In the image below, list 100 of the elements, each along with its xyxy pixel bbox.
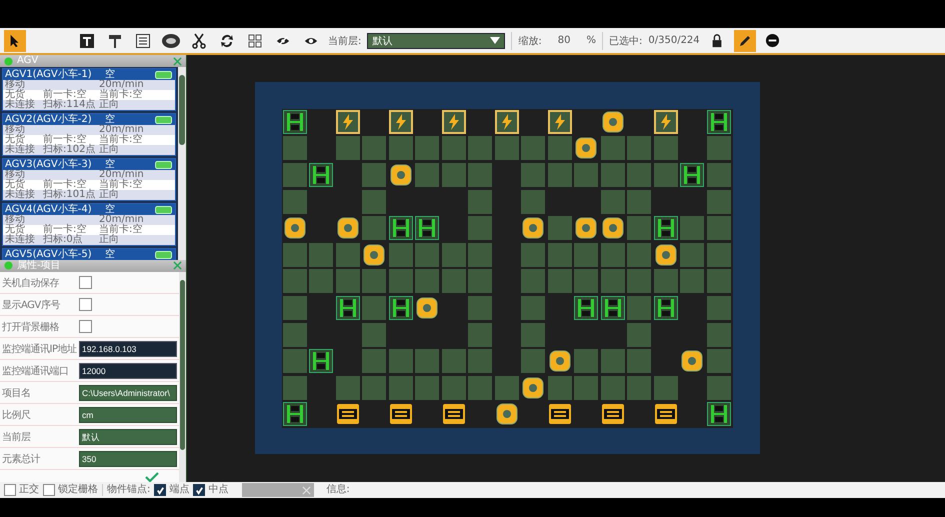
pencil-tool[interactable] bbox=[734, 30, 756, 52]
agv-card[interactable]: AGV3(AGV小车-3) 空 移动 20m/min 无货 前一卡:空 当前卡:空 未连接 扫标:101点 正向 bbox=[2, 158, 176, 202]
confirm-check-icon[interactable] bbox=[145, 472, 159, 482]
layer-dropdown[interactable]: 默认 bbox=[367, 32, 506, 48]
agv-info-text: 移动 bbox=[5, 125, 26, 136]
floor-tile bbox=[654, 269, 678, 294]
floor-tile bbox=[362, 296, 386, 320]
zoom-unit: % bbox=[586, 35, 596, 46]
floor-tile bbox=[627, 376, 652, 400]
checkbox[interactable] bbox=[4, 484, 16, 496]
agv-name: AGV4(AGV小车-4) bbox=[5, 204, 93, 216]
agv-info-text: 正向 bbox=[99, 100, 120, 110]
scrollbar[interactable] bbox=[178, 67, 186, 260]
floor-tile bbox=[548, 216, 572, 240]
agv-info-text: 无货 bbox=[5, 180, 25, 190]
agv-info-text: 未连接 bbox=[5, 145, 36, 156]
value-field[interactable]: 默认 bbox=[79, 428, 177, 444]
pointer-tool[interactable] bbox=[4, 30, 26, 52]
floor-tile bbox=[548, 376, 572, 400]
floor-tile bbox=[336, 242, 360, 267]
agv-card[interactable]: AGV4(AGV小车-4) 空 移动 20m/min 无货 前一卡:空 当前卡:空 未连接 扫标:0点 正向 bbox=[2, 203, 176, 246]
battery-icon bbox=[155, 70, 173, 79]
checkbox[interactable] bbox=[193, 484, 206, 496]
agv-name: AGV2(AGV小车-2) bbox=[5, 114, 93, 126]
checkbox[interactable] bbox=[79, 320, 92, 333]
agv-info-text: 前一卡:空 bbox=[43, 135, 86, 146]
floor-tile bbox=[574, 349, 598, 374]
floor-tile bbox=[468, 376, 492, 400]
h-frame-icon bbox=[706, 402, 731, 426]
agv-status: 空 bbox=[105, 204, 115, 216]
round-marker-icon bbox=[600, 216, 625, 240]
checkbox-label: 正交 bbox=[19, 484, 39, 496]
floor-tile bbox=[706, 190, 731, 214]
checkbox[interactable] bbox=[43, 484, 55, 496]
floor-tile bbox=[468, 216, 492, 240]
floor-tile bbox=[282, 136, 307, 160]
floor-tile bbox=[521, 136, 546, 160]
h-frame-icon bbox=[574, 296, 598, 320]
value-field[interactable]: 350 bbox=[79, 450, 177, 466]
agv-card[interactable]: AGV1(AGV小车-1) 空 移动 20m/min 无货 前一卡:空 当前卡:空 未连接 扫标:114点 正向 bbox=[2, 68, 176, 112]
floor-tile bbox=[706, 349, 731, 374]
floor-tile bbox=[627, 322, 652, 347]
checkbox[interactable] bbox=[154, 484, 166, 496]
h-frame-icon bbox=[415, 216, 440, 240]
floor-tile bbox=[442, 163, 466, 188]
round-marker-icon bbox=[388, 163, 413, 188]
input-field[interactable]: 12000 bbox=[79, 362, 177, 378]
agv-info-text: 扫标:102点 bbox=[43, 145, 96, 156]
floor-tile bbox=[468, 322, 492, 347]
floor-tile bbox=[548, 136, 572, 160]
checkbox-label: 锁定栅格 bbox=[58, 484, 98, 496]
floor-tile bbox=[654, 163, 678, 188]
agv-name: AGV5(AGV小车-5) bbox=[5, 249, 93, 260]
panel-icon bbox=[4, 261, 13, 270]
floor-tile bbox=[468, 242, 492, 267]
info-label: 信息: bbox=[326, 484, 350, 496]
search-field[interactable] bbox=[242, 483, 314, 497]
zoom-label: 缩放: bbox=[518, 34, 542, 48]
battery-icon bbox=[155, 116, 173, 124]
round-marker-icon bbox=[680, 349, 704, 374]
text-tool-icon bbox=[79, 32, 95, 48]
floor-tile bbox=[521, 322, 546, 347]
agv-card[interactable]: AGV2(AGV小车-2) 空 移动 20m/min 无货 前一卡:空 当前卡:空 未连接 扫标:102点 正向 bbox=[2, 113, 176, 156]
selection-count: 0/350/224 bbox=[648, 35, 700, 46]
input-field[interactable]: 192.168.0.103 bbox=[79, 340, 177, 356]
floor-tile bbox=[574, 242, 598, 267]
scrollbar[interactable] bbox=[179, 272, 186, 482]
agv-status: 空 bbox=[105, 249, 116, 260]
lightning-icon bbox=[336, 110, 360, 134]
layer-label: 当前层: bbox=[328, 34, 362, 48]
floor-tile bbox=[680, 242, 704, 267]
property-label: 打开背景栅格 bbox=[2, 320, 60, 334]
agv-card[interactable]: AGV5(AGV小车-5) 空 bbox=[2, 248, 176, 260]
selection-label: 已选中: bbox=[609, 34, 642, 48]
refresh-icon bbox=[219, 32, 235, 48]
h-frame-icon bbox=[706, 110, 731, 134]
value-field[interactable]: C:\Users\Administrator\ bbox=[79, 384, 177, 400]
h-frame-icon bbox=[282, 110, 307, 134]
agv-info-text: 扫标:0点 bbox=[43, 235, 84, 246]
round-marker-icon bbox=[574, 136, 598, 160]
round-marker-icon bbox=[415, 296, 440, 320]
floor-tile bbox=[282, 269, 307, 294]
floor-tile bbox=[388, 242, 413, 267]
agv-name: AGV3(AGV小车-3) bbox=[5, 159, 93, 170]
floor-tile bbox=[600, 163, 625, 188]
floor-tile bbox=[521, 296, 546, 320]
scissors-icon bbox=[191, 32, 207, 48]
value-field[interactable]: cm bbox=[79, 406, 177, 422]
checkbox[interactable] bbox=[79, 276, 92, 289]
floor-tile bbox=[282, 190, 307, 214]
bone-icon bbox=[654, 402, 678, 426]
agv-info-text: 未连接 bbox=[5, 190, 36, 200]
property-label: 比例尺 bbox=[2, 408, 32, 422]
agv-info-text: 扫标:101点 bbox=[43, 190, 96, 200]
floor-tile bbox=[362, 269, 386, 294]
floor-tile bbox=[494, 136, 519, 160]
h-frame-icon bbox=[388, 296, 413, 320]
checkbox[interactable] bbox=[79, 298, 92, 311]
floor-tile bbox=[282, 163, 307, 188]
floor-tile bbox=[362, 190, 386, 214]
